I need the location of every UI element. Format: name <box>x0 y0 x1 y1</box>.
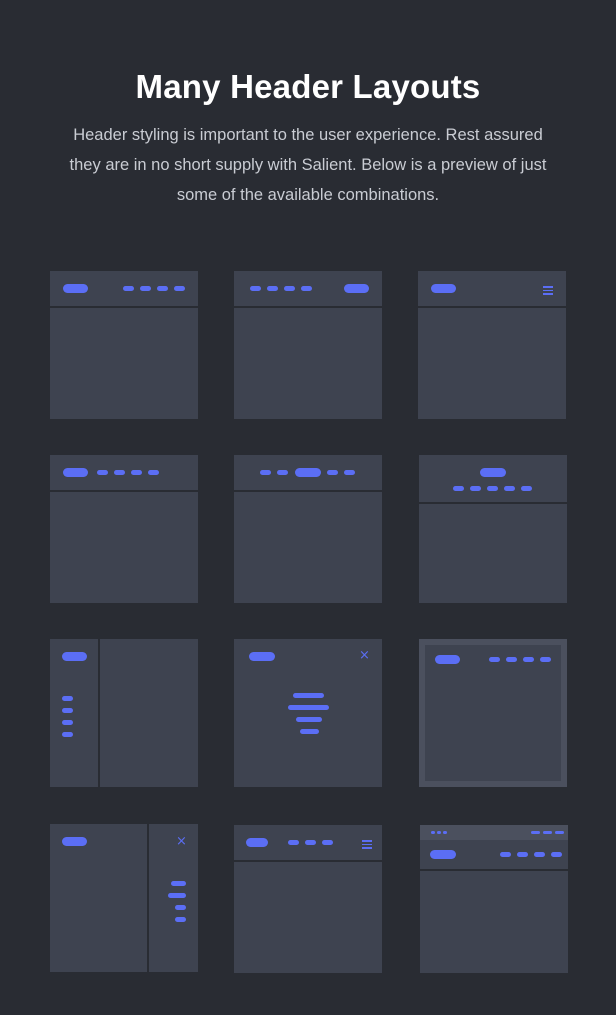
layout-card-logo-nav-hamburger[interactable] <box>234 825 382 973</box>
nav-item <box>174 286 185 291</box>
nav-item <box>250 286 261 291</box>
header-bar <box>50 271 198 308</box>
layout-card-secondary-top-bar[interactable] <box>420 825 568 973</box>
nav-item <box>267 286 278 291</box>
layout-card-boxed-header[interactable] <box>419 639 567 787</box>
logo-placeholder <box>344 284 369 293</box>
nav-item <box>487 486 498 491</box>
nav-item <box>540 657 551 662</box>
nav-item <box>523 657 534 662</box>
top-bar-item <box>431 831 435 834</box>
logo-placeholder <box>430 850 456 859</box>
nav-item <box>168 893 186 898</box>
logo-placeholder <box>480 468 506 477</box>
nav-item <box>327 470 338 475</box>
logo-placeholder <box>295 468 321 477</box>
nav-item <box>344 470 355 475</box>
sidebar-divider <box>98 639 100 787</box>
top-bar-item <box>443 831 447 834</box>
logo-placeholder <box>62 837 87 846</box>
nav-item <box>293 693 324 698</box>
nav-item <box>453 486 464 491</box>
top-bar-item <box>531 831 540 834</box>
nav-item <box>62 696 73 701</box>
logo-placeholder <box>435 655 460 664</box>
layout-card-fullscreen-menu-overlay[interactable]: × <box>234 639 382 787</box>
nav-item <box>517 852 528 857</box>
logo-placeholder <box>249 652 275 661</box>
logo-placeholder <box>63 284 88 293</box>
nav-item <box>296 717 322 722</box>
nav-item <box>284 286 295 291</box>
boxed-content-area <box>425 645 561 781</box>
nav-item <box>157 286 168 291</box>
layout-card-left-nav-right-logo[interactable] <box>234 271 382 419</box>
header-bar <box>419 455 567 504</box>
nav-item <box>260 470 271 475</box>
nav-item <box>175 905 186 910</box>
nav-item <box>123 286 134 291</box>
nav-item <box>62 732 73 737</box>
header-bar <box>50 455 198 492</box>
off-canvas-divider <box>147 824 149 972</box>
secondary-top-bar <box>420 825 568 840</box>
nav-item <box>506 657 517 662</box>
nav-item <box>301 286 312 291</box>
header-bar <box>234 825 382 862</box>
nav-item <box>114 470 125 475</box>
nav-item <box>175 917 186 922</box>
nav-item <box>534 852 545 857</box>
layout-card-centered-logo-nav-below[interactable] <box>419 455 567 603</box>
layout-card-centered-logo-split-nav[interactable] <box>234 455 382 603</box>
layout-card-left-logo-left-nav[interactable] <box>50 455 198 603</box>
header-bar <box>418 271 566 308</box>
nav-item <box>131 470 142 475</box>
close-icon: × <box>359 648 370 663</box>
nav-item <box>470 486 481 491</box>
top-bar-item <box>543 831 552 834</box>
nav-item <box>300 729 319 734</box>
nav-item <box>97 470 108 475</box>
layout-card-left-sidebar-header[interactable] <box>50 639 198 787</box>
nav-item <box>305 840 316 845</box>
nav-item <box>551 852 562 857</box>
logo-placeholder <box>246 838 268 847</box>
logo-placeholder <box>63 468 88 477</box>
nav-item <box>62 708 73 713</box>
nav-item <box>521 486 532 491</box>
nav-item <box>148 470 159 475</box>
nav-item <box>322 840 333 845</box>
nav-item <box>140 286 151 291</box>
nav-item <box>62 720 73 725</box>
nav-item <box>489 657 500 662</box>
close-icon: × <box>176 834 187 849</box>
logo-placeholder <box>431 284 456 293</box>
hamburger-icon <box>543 286 553 297</box>
section-title: Many Header Layouts <box>135 68 481 105</box>
section-subtitle: Header styling is important to the user … <box>69 126 547 204</box>
nav-item <box>504 486 515 491</box>
header-bar <box>234 455 382 492</box>
nav-item <box>171 881 186 886</box>
hamburger-icon <box>362 840 372 851</box>
logo-placeholder <box>62 652 87 661</box>
nav-item <box>500 852 511 857</box>
top-bar-item <box>555 831 564 834</box>
header-bar <box>420 840 568 871</box>
nav-item <box>277 470 288 475</box>
layout-card-off-canvas-right-menu[interactable]: × <box>50 824 198 972</box>
nav-item <box>288 840 299 845</box>
layout-card-left-logo-hamburger[interactable] <box>418 271 566 419</box>
top-bar-item <box>437 831 441 834</box>
nav-item <box>288 705 329 710</box>
layout-card-left-logo-right-nav[interactable] <box>50 271 198 419</box>
header-bar <box>234 271 382 308</box>
